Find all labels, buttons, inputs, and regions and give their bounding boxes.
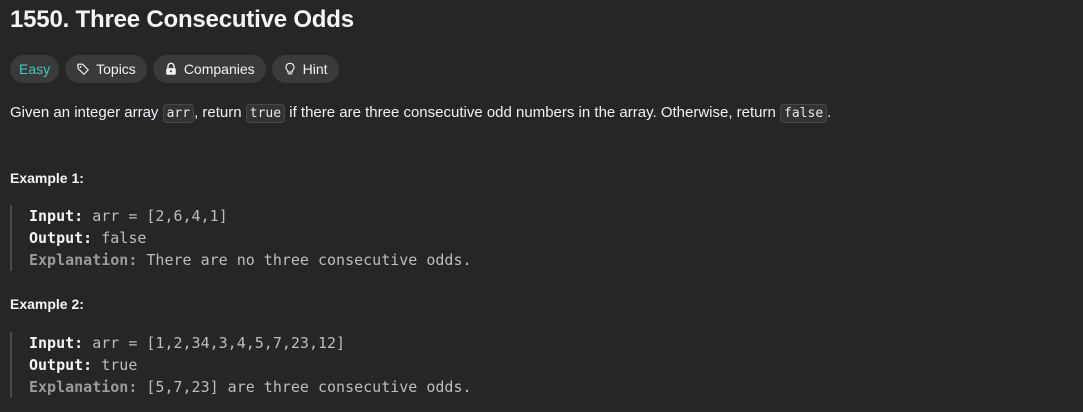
hint-button[interactable]: Hint xyxy=(271,55,339,83)
hint-label: Hint xyxy=(302,61,328,77)
output-value: true xyxy=(101,356,138,374)
example-2-title: Example 2: xyxy=(10,296,84,312)
topics-button[interactable]: Topics xyxy=(65,55,147,83)
input-value: arr = [2,6,4,1] xyxy=(92,207,228,225)
example-1-title: Example 1: xyxy=(10,170,84,186)
lightbulb-icon xyxy=(283,62,297,76)
explanation-label: Explanation: xyxy=(29,378,138,396)
output-value: false xyxy=(101,229,147,247)
example-2-block: Input: arr = [1,2,34,3,4,5,7,23,12] Outp… xyxy=(10,332,472,398)
statement-text: if there are three consecutive odd numbe… xyxy=(285,104,781,121)
problem-title: 1550. Three Consecutive Odds xyxy=(10,6,354,33)
lock-icon xyxy=(164,62,178,76)
statement-text: Given an integer array xyxy=(10,104,163,121)
inline-code-arr: arr xyxy=(162,104,195,123)
explanation-value: There are no three consecutive odds. xyxy=(146,251,472,269)
inline-code-false: false xyxy=(780,104,828,123)
companies-button[interactable]: Companies xyxy=(152,55,266,83)
output-label: Output: xyxy=(29,229,93,247)
output-label: Output: xyxy=(29,356,93,374)
input-value: arr = [1,2,34,3,4,5,7,23,12] xyxy=(92,334,346,352)
statement-text: . xyxy=(827,104,832,121)
difficulty-badge: Easy xyxy=(10,55,60,83)
statement-text: , return xyxy=(194,104,246,121)
explanation-label: Explanation: xyxy=(29,251,138,269)
example-1-block: Input: arr = [2,6,4,1] Output: false Exp… xyxy=(10,205,472,271)
inline-code-true: true xyxy=(245,104,286,123)
topics-label: Topics xyxy=(96,61,136,77)
companies-label: Companies xyxy=(183,61,255,77)
tag-icon xyxy=(76,62,90,76)
problem-statement: Given an integer array arr, return true … xyxy=(10,101,831,126)
problem-tags: Easy Topics Companies Hint xyxy=(10,55,339,83)
input-label: Input: xyxy=(29,334,84,352)
difficulty-label: Easy xyxy=(19,61,51,77)
input-label: Input: xyxy=(29,207,84,225)
explanation-value: [5,7,23] are three consecutive odds. xyxy=(146,378,472,396)
